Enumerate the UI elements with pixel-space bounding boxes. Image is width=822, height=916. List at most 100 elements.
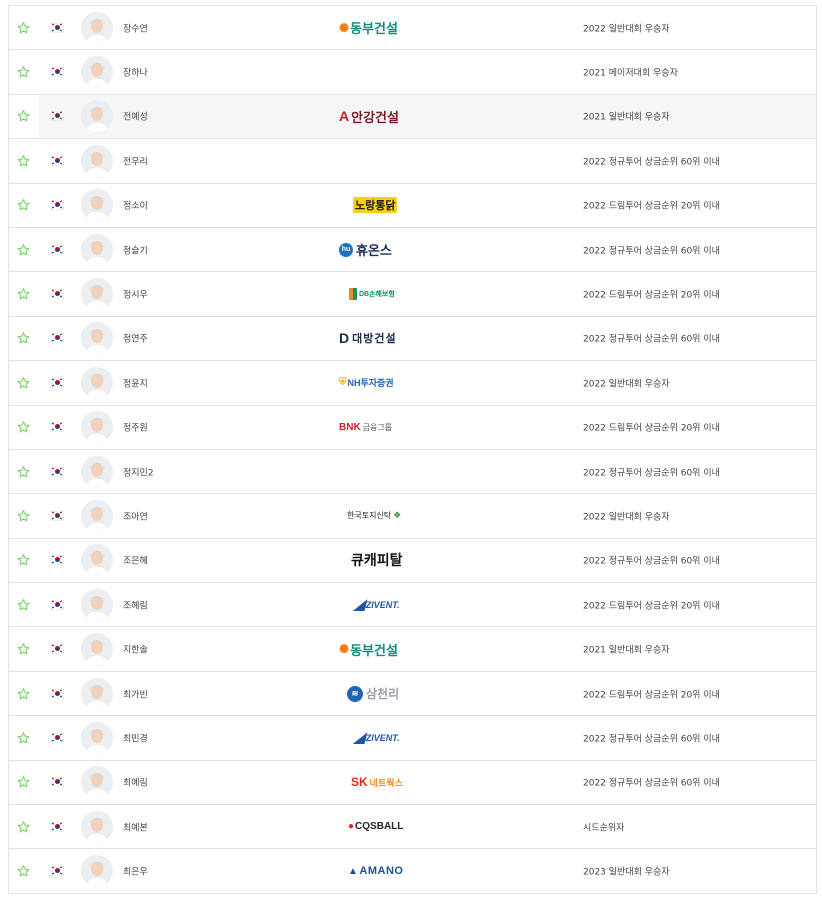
player-avatar[interactable]	[81, 189, 113, 222]
star-outline-icon[interactable]	[17, 66, 30, 79]
table-row[interactable]: 정윤지 ⛨ NH투자증권 2022 일반대회 우승자	[9, 361, 816, 406]
player-name[interactable]: 전우리	[123, 154, 148, 167]
player-avatar[interactable]	[81, 233, 113, 266]
player-name[interactable]: 정소이	[123, 199, 148, 212]
player-name[interactable]: 조은혜	[123, 554, 148, 567]
table-row[interactable]: 조은혜 큐캐피탈 2022 정규투어 상금순위 60위 이내	[9, 539, 816, 584]
table-row[interactable]: 정슬기 hu 휴온스 2022 정규투어 상금순위 60위 이내	[9, 228, 816, 273]
nh-logo: ⛨ NH투자증권	[339, 376, 394, 389]
star-outline-icon[interactable]	[17, 865, 30, 878]
player-name[interactable]: 장수연	[123, 21, 148, 34]
table-row[interactable]: 최예림 SK 네트웍스 2022 정규투어 상금순위 60위 이내	[9, 761, 816, 806]
player-avatar[interactable]	[81, 366, 113, 399]
player-avatar[interactable]	[81, 721, 113, 754]
star-outline-icon[interactable]	[17, 376, 30, 389]
table-row[interactable]: 최민경 ◢ ZIVENT. 2022 정규투어 상금순위 60위 이내	[9, 716, 816, 761]
player-avatar[interactable]	[81, 810, 113, 843]
zivent-logo: ◢ ZIVENT.	[354, 729, 400, 746]
table-row[interactable]: 조혜림 ◢ ZIVENT. 2022 드림투어 상금순위 20위 이내	[9, 583, 816, 628]
player-name[interactable]: 조혜림	[123, 598, 148, 611]
star-outline-icon[interactable]	[17, 731, 30, 744]
angang-logo: A 안강건설	[339, 107, 399, 126]
star-outline-icon[interactable]	[17, 598, 30, 611]
korea-flag-icon	[51, 866, 64, 877]
player-name[interactable]: 장하나	[123, 66, 148, 79]
player-avatar[interactable]	[81, 766, 113, 799]
player-avatar[interactable]	[81, 56, 113, 89]
player-avatar[interactable]	[81, 677, 113, 710]
sponsor-name: BNK	[339, 421, 361, 433]
player-name[interactable]: 정시우	[123, 288, 148, 301]
player-avatar[interactable]	[81, 322, 113, 355]
table-row[interactable]: 정소이 노랑통닭 2022 드림투어 상금순위 20위 이내	[9, 184, 816, 228]
player-name[interactable]: 최가빈	[123, 687, 148, 700]
sponsor-logo: DB손해보험	[339, 284, 469, 304]
table-row[interactable]: 지한솔 ✺ 동부건설 2021 일반대회 우승자	[9, 627, 816, 672]
table-row[interactable]: 장수연 ✺ 동부건설 2022 일반대회 우승자	[9, 6, 816, 51]
player-name[interactable]: 최은우	[123, 865, 148, 878]
player-avatar[interactable]	[81, 100, 113, 133]
player-name[interactable]: 정주원	[123, 421, 148, 434]
sponsor-logo: ✺ 동부건설	[339, 18, 469, 38]
star-outline-icon[interactable]	[17, 643, 30, 656]
player-name[interactable]: 정지민2	[123, 465, 154, 478]
star-outline-icon[interactable]	[17, 687, 30, 700]
table-row[interactable]: 정지민2 2022 정규투어 상금순위 60위 이내	[9, 450, 816, 495]
table-row[interactable]: 최가빈 ≋ 삼천리 2022 드림투어 상금순위 20위 이내	[9, 672, 816, 717]
star-outline-icon[interactable]	[17, 820, 30, 833]
table-row[interactable]: 전우리 2022 정규투어 상금순위 60위 이내	[9, 139, 816, 184]
player-avatar[interactable]	[81, 633, 113, 666]
star-outline-icon[interactable]	[17, 421, 30, 434]
qualification-text: 2022 정규투어 상금순위 60위 이내	[583, 334, 720, 345]
player-name[interactable]: 최민경	[123, 731, 148, 744]
star-outline-icon[interactable]	[17, 776, 30, 789]
star-outline-icon[interactable]	[17, 554, 30, 567]
table-row[interactable]: 정주원 BNK 금융그룹 2022 드림투어 상금순위 20위 이내	[9, 406, 816, 450]
star-outline-icon[interactable]	[17, 288, 30, 301]
table-row[interactable]: 최은우 ▲ AMANO 2023 일반대회 우승자	[9, 849, 816, 894]
player-avatar[interactable]	[81, 855, 113, 888]
table-row[interactable]: 장하나 2021 메이저대회 우승자	[9, 50, 816, 95]
sponsor-logo: 노랑통닭	[339, 195, 469, 215]
sponsor-name: 동부건설	[350, 642, 398, 658]
player-name[interactable]: 조아연	[123, 509, 148, 522]
qualification-text: 2021 메이저대회 우승자	[583, 68, 678, 79]
star-outline-icon[interactable]	[17, 243, 30, 256]
korea-flag-icon	[51, 777, 64, 788]
player-name[interactable]: 정윤지	[123, 376, 148, 389]
sponsor-logo: hu 휴온스	[339, 240, 469, 260]
star-outline-icon[interactable]	[17, 199, 30, 212]
qualification-text: 2022 정규투어 상금순위 60위 이내	[583, 734, 720, 745]
player-name[interactable]: 정슬기	[123, 243, 148, 256]
table-row[interactable]: 최예본 ● CQSBALL 시드순위자	[9, 805, 816, 850]
player-avatar[interactable]	[81, 11, 113, 44]
korea-flag-icon	[51, 466, 64, 477]
sponsor-logo: ⛨ NH투자증권	[339, 373, 469, 393]
player-name[interactable]: 최예본	[123, 820, 148, 833]
star-outline-icon[interactable]	[17, 509, 30, 522]
player-avatar[interactable]	[81, 455, 113, 488]
player-avatar[interactable]	[81, 411, 113, 444]
table-row[interactable]: 전예성 A 안강건설 2021 일반대회 우승자	[9, 94, 816, 140]
player-avatar[interactable]	[81, 499, 113, 532]
star-outline-icon[interactable]	[17, 332, 30, 345]
star-outline-icon[interactable]	[17, 21, 30, 34]
qualification-text: 2023 일반대회 우승자	[583, 867, 670, 878]
korea-flag-icon	[51, 244, 64, 255]
player-avatar[interactable]	[81, 544, 113, 577]
player-name[interactable]: 정연주	[123, 332, 148, 345]
player-avatar[interactable]	[81, 588, 113, 621]
db-mark-icon	[349, 288, 357, 301]
table-row[interactable]: 정연주 D 대방건설 2022 정규투어 상금순위 60위 이내	[9, 317, 816, 362]
table-row[interactable]: 조아연 한국토지신탁 ❖ 2022 일반대회 우승자	[9, 494, 816, 539]
star-outline-icon[interactable]	[17, 154, 30, 167]
player-name[interactable]: 전예성	[123, 110, 148, 123]
qualification-text: 2022 일반대회 우승자	[583, 24, 670, 35]
player-name[interactable]: 최예림	[123, 776, 148, 789]
star-outline-icon[interactable]	[17, 110, 30, 123]
player-name[interactable]: 지한솔	[123, 643, 148, 656]
player-avatar[interactable]	[81, 144, 113, 177]
star-outline-icon[interactable]	[17, 465, 30, 478]
table-row[interactable]: 정시우 DB손해보험 2022 드림투어 상금순위 20위 이내	[9, 272, 816, 317]
player-avatar[interactable]	[81, 278, 113, 311]
